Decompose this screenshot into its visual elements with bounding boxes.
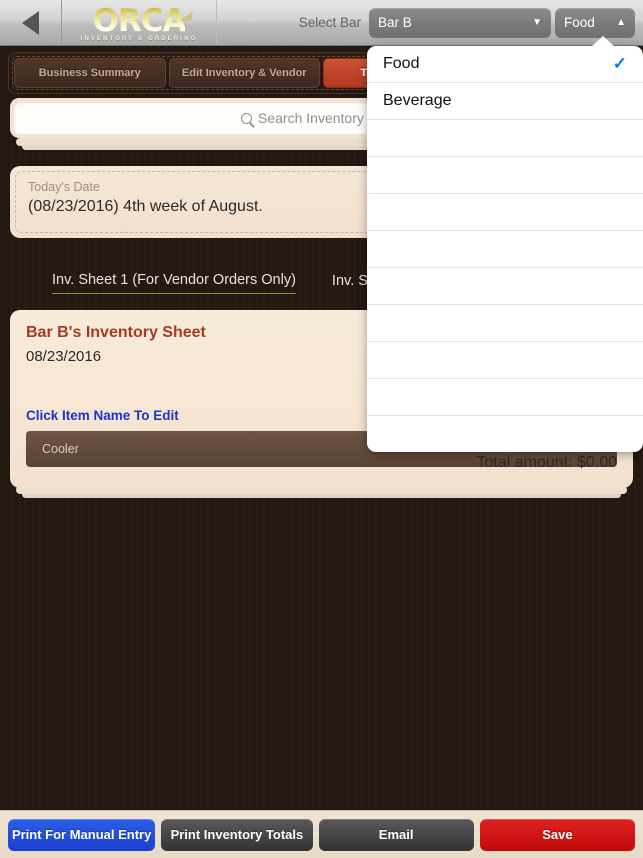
popover-item-food[interactable]: Food ✓ (367, 46, 643, 83)
whale-fin-icon (179, 11, 194, 21)
bar-select-dropdown[interactable]: Bar B ▼ (369, 7, 551, 38)
back-triangle-icon (22, 10, 39, 35)
popover-blank-row (367, 342, 643, 379)
checkmark-icon: ✓ (612, 54, 627, 73)
sheet-tab-label: Inv. Sheet 1 (For Vendor Orders Only) (52, 272, 296, 288)
print-inventory-totals-button[interactable]: Print Inventory Totals (161, 818, 313, 851)
tab-label: Business Summary (38, 66, 141, 79)
popover-blank-row (367, 416, 643, 452)
search-icon (241, 112, 253, 124)
button-label: Email (378, 827, 414, 842)
email-button[interactable]: Email (318, 818, 474, 851)
popover-blank-row (367, 305, 643, 342)
top-navigation-bar: ORCA INVENTORY & ORDERING Select Bar Bar… (0, 0, 643, 46)
tab-edit-inventory-vendor[interactable]: Edit Inventory & Vendor (168, 58, 320, 88)
button-label: Print For Manual Entry (11, 827, 152, 842)
orca-logo: ORCA INVENTORY & ORDERING (62, 0, 217, 45)
popover-blank-row (367, 268, 643, 305)
popover-arrow (591, 36, 615, 47)
button-label: Print Inventory Totals (170, 827, 304, 842)
app-root: ORCA INVENTORY & ORDERING Select Bar Bar… (0, 0, 643, 858)
back-button[interactable] (0, 0, 62, 45)
total-amount: Total amount: $0.00 (476, 454, 617, 471)
category-select-dropdown[interactable]: Food ▲ (555, 7, 635, 38)
popover-blank-rows (367, 120, 643, 452)
popover-blank-row (367, 120, 643, 157)
category-select-value: Food (564, 15, 595, 30)
chevron-up-icon: ▲ (616, 17, 626, 28)
logo-tagline: INVENTORY & ORDERING (80, 35, 198, 42)
tab-label: Edit Inventory & Vendor (181, 66, 307, 79)
chevron-down-icon: ▼ (532, 17, 542, 28)
popover-item-beverage[interactable]: Beverage (367, 83, 643, 120)
popover-blank-row (367, 157, 643, 194)
popover-blank-row (367, 194, 643, 231)
bar-select-value: Bar B (378, 15, 412, 30)
button-label: Save (542, 827, 573, 842)
tab-business-summary[interactable]: Business Summary (14, 58, 166, 88)
popover-blank-row (367, 379, 643, 416)
print-for-manual-entry-button[interactable]: Print For Manual Entry (8, 818, 156, 851)
popover-item-label: Food (383, 55, 420, 72)
popover-item-label: Beverage (383, 92, 452, 109)
logo-wordmark: ORCA (92, 2, 187, 39)
select-bar-label: Select Bar (298, 15, 361, 30)
category-popover-menu: Food ✓ Beverage (367, 46, 643, 452)
sheet-tab-1[interactable]: Inv. Sheet 1 (For Vendor Orders Only) (52, 272, 296, 294)
bottom-action-bar: Print For Manual Entry Print Inventory T… (0, 810, 643, 858)
save-button[interactable]: Save (479, 818, 635, 851)
popover-blank-row (367, 231, 643, 268)
